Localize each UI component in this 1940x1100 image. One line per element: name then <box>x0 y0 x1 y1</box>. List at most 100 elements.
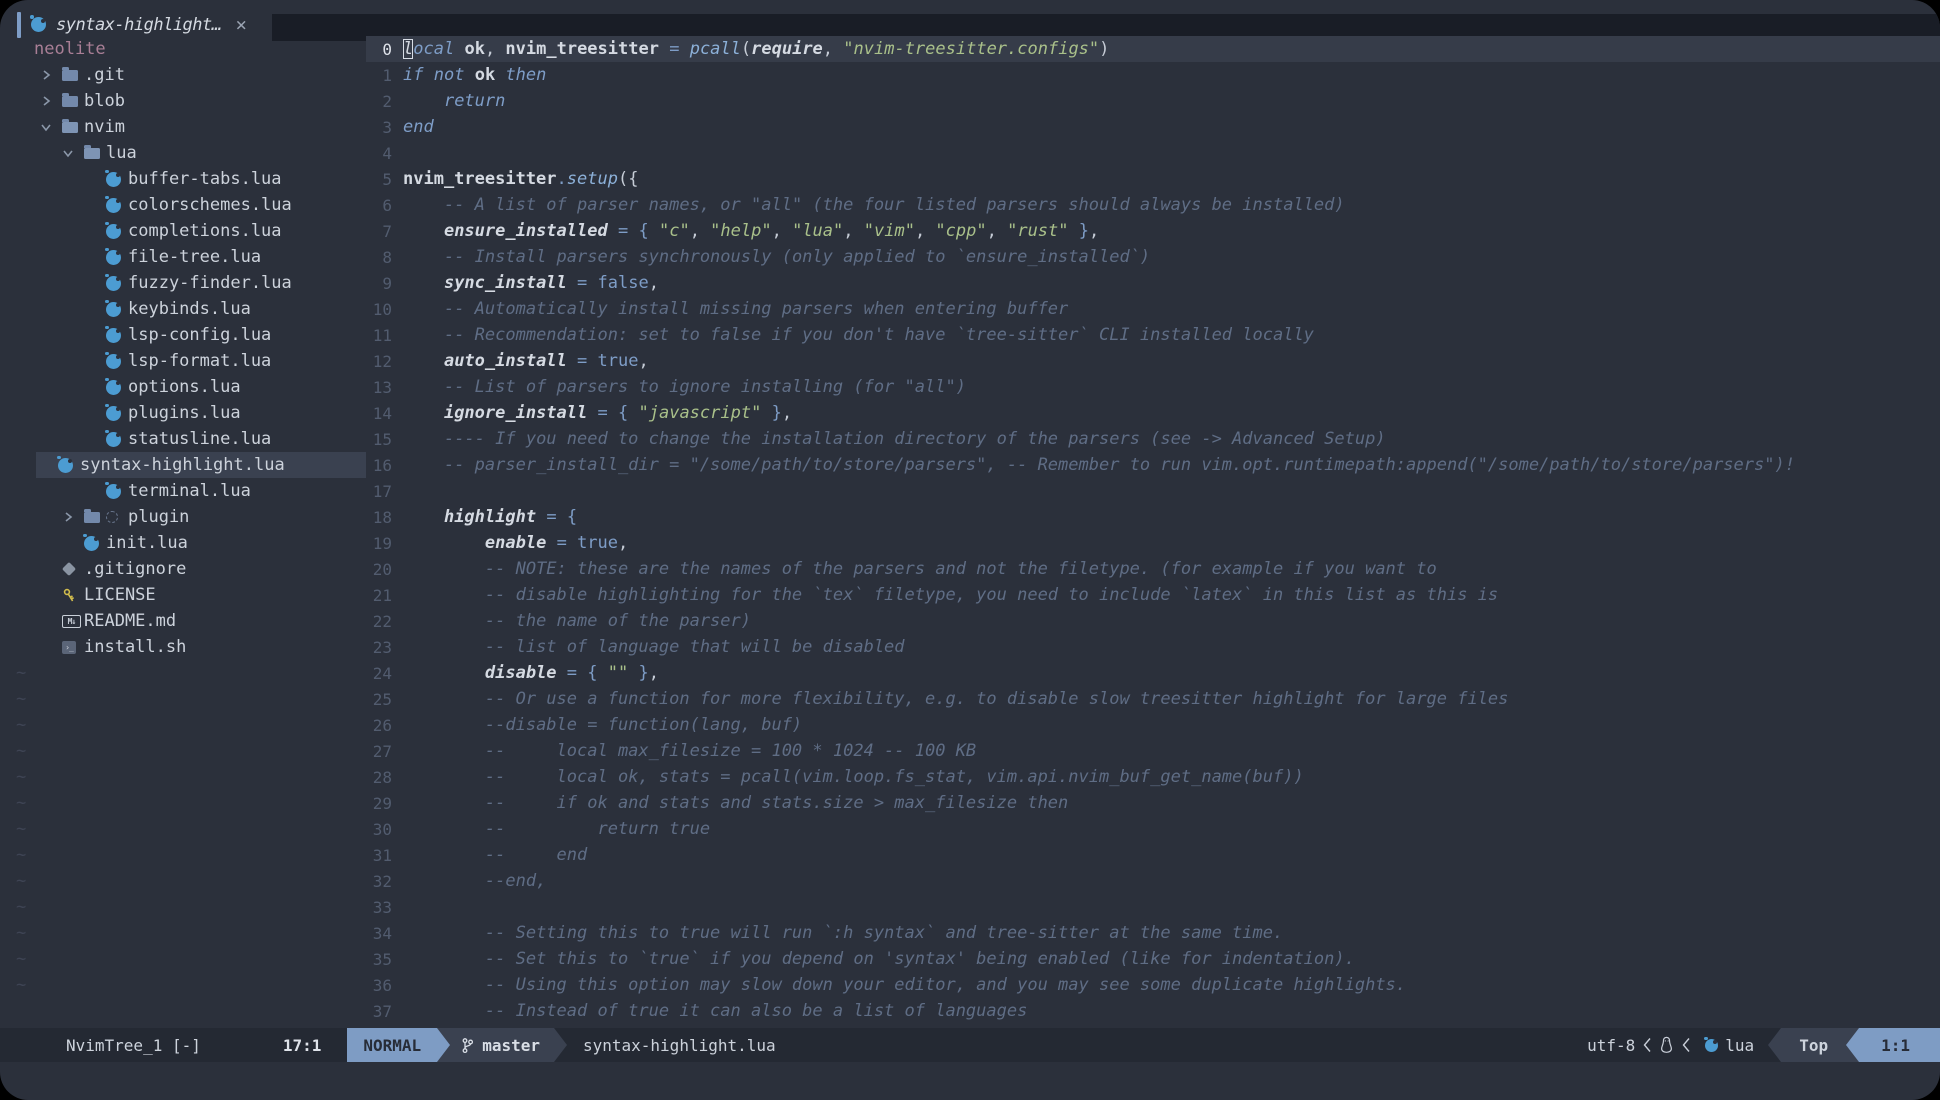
empty-line-tilde: ~ <box>0 660 366 686</box>
chevron-right-icon[interactable] <box>40 95 62 107</box>
tree-item--git[interactable]: .git <box>0 62 366 88</box>
code-line-3[interactable]: 3end <box>366 114 1940 140</box>
line-number: 2 <box>366 92 392 111</box>
code-line-31[interactable]: 31 -- end <box>366 842 1940 868</box>
chevron-down-icon[interactable] <box>62 147 84 159</box>
tree-item-readme-md[interactable]: M↓README.md <box>0 608 366 634</box>
code-line-15[interactable]: 15 ---- If you need to change the instal… <box>366 426 1940 452</box>
tree-item-lsp-format-lua[interactable]: lsp-format.lua <box>0 348 366 374</box>
code-line-6[interactable]: 6 -- A list of parser names, or "all" (t… <box>366 192 1940 218</box>
tree-item-fuzzy-finder-lua[interactable]: fuzzy-finder.lua <box>0 270 366 296</box>
code-line-18[interactable]: 18 highlight = { <box>366 504 1940 530</box>
code-text: return <box>403 91 505 111</box>
code-line-11[interactable]: 11 -- Recommendation: set to false if yo… <box>366 322 1940 348</box>
close-icon[interactable]: × <box>236 14 247 36</box>
code-line-9[interactable]: 9 sync_install = false, <box>366 270 1940 296</box>
code-line-25[interactable]: 25 -- Or use a function for more flexibi… <box>366 686 1940 712</box>
code-text: end <box>403 117 434 137</box>
tree-item-colorschemes-lua[interactable]: colorschemes.lua <box>0 192 366 218</box>
line-number: 27 <box>366 742 392 761</box>
chevron-right-icon[interactable] <box>62 511 84 523</box>
tree-item-label: syntax-highlight.lua <box>80 455 285 475</box>
tree-item-install-sh[interactable]: ›_install.sh <box>0 634 366 660</box>
code-line-22[interactable]: 22 -- the name of the parser) <box>366 608 1940 634</box>
code-line-21[interactable]: 21 -- disable highlighting for the `tex`… <box>366 582 1940 608</box>
tree-item-syntax-highlight-lua[interactable]: syntax-highlight.lua <box>36 452 366 478</box>
code-line-19[interactable]: 19 enable = true, <box>366 530 1940 556</box>
tree-item-completions-lua[interactable]: completions.lua <box>0 218 366 244</box>
code-line-30[interactable]: 30 -- return true <box>366 816 1940 842</box>
tree-item-label: options.lua <box>128 377 241 397</box>
tree-root-label[interactable]: neolite <box>0 36 366 62</box>
editor-pane[interactable]: 0local ok, nvim_treesitter = pcall(requi… <box>366 36 1940 1028</box>
code-line-5[interactable]: 5nvim_treesitter.setup({ <box>366 166 1940 192</box>
code-text: -- List of parsers to ignore installing … <box>403 377 966 397</box>
tree-item-file-tree-lua[interactable]: file-tree.lua <box>0 244 366 270</box>
tree-item-label: fuzzy-finder.lua <box>128 273 292 293</box>
code-line-17[interactable]: 17 <box>366 478 1940 504</box>
line-number: 12 <box>366 352 392 371</box>
tree-item--gitignore[interactable]: .gitignore <box>0 556 366 582</box>
code-line-20[interactable]: 20 -- NOTE: these are the names of the p… <box>366 556 1940 582</box>
code-line-13[interactable]: 13 -- List of parsers to ignore installi… <box>366 374 1940 400</box>
tree-item-plugins-lua[interactable]: plugins.lua <box>0 400 366 426</box>
tree-item-license[interactable]: LICENSE <box>0 582 366 608</box>
code-text: -- Set this to `true` if you depend on '… <box>403 949 1355 969</box>
code-text: --end, <box>403 871 546 891</box>
tree-item-plugin[interactable]: plugin <box>0 504 366 530</box>
tree-item-label: statusline.lua <box>128 429 271 449</box>
tree-item-init-lua[interactable]: init.lua <box>0 530 366 556</box>
code-line-4[interactable]: 4 <box>366 140 1940 166</box>
powerline-arrow-icon <box>554 1028 567 1062</box>
tree-item-terminal-lua[interactable]: terminal.lua <box>0 478 366 504</box>
code-line-28[interactable]: 28 -- local ok, stats = pcall(vim.loop.f… <box>366 764 1940 790</box>
code-line-8[interactable]: 8 -- Install parsers synchronously (only… <box>366 244 1940 270</box>
chevron-down-icon[interactable] <box>40 121 62 133</box>
code-text: -- end <box>403 845 587 865</box>
tree-item-nvim[interactable]: nvim <box>0 114 366 140</box>
lua-icon <box>106 302 128 317</box>
code-line-10[interactable]: 10 -- Automatically install missing pars… <box>366 296 1940 322</box>
code-line-36[interactable]: 36 -- Using this option may slow down yo… <box>366 972 1940 998</box>
code-line-37[interactable]: 37 -- Instead of true it can also be a l… <box>366 998 1940 1024</box>
line-number: 7 <box>366 222 392 241</box>
code-text: enable = true, <box>403 533 628 553</box>
code-line-12[interactable]: 12 auto_install = true, <box>366 348 1940 374</box>
code-line-14[interactable]: 14 ignore_install = { "javascript" }, <box>366 400 1940 426</box>
tree-item-statusline-lua[interactable]: statusline.lua <box>0 426 366 452</box>
empty-line-tilde: ~ <box>0 738 366 764</box>
code-text: -- Install parsers synchronously (only a… <box>403 247 1150 267</box>
code-line-7[interactable]: 7 ensure_installed = { "c", "help", "lua… <box>366 218 1940 244</box>
tree-item-options-lua[interactable]: options.lua <box>0 374 366 400</box>
tree-item-buffer-tabs-lua[interactable]: buffer-tabs.lua <box>0 166 366 192</box>
code-line-2[interactable]: 2 return <box>366 88 1940 114</box>
code-line-29[interactable]: 29 -- if ok and stats and stats.size > m… <box>366 790 1940 816</box>
code-line-27[interactable]: 27 -- local max_filesize = 100 * 1024 --… <box>366 738 1940 764</box>
code-line-34[interactable]: 34 -- Setting this to true will run `:h … <box>366 920 1940 946</box>
code-line-1[interactable]: 1if not ok then <box>366 62 1940 88</box>
tree-item-lsp-config-lua[interactable]: lsp-config.lua <box>0 322 366 348</box>
code-line-16[interactable]: 16 -- parser_install_dir = "/some/path/t… <box>366 452 1940 478</box>
code-line-23[interactable]: 23 -- list of language that will be disa… <box>366 634 1940 660</box>
os-linux-icon <box>1659 1036 1674 1054</box>
tree-item-label: buffer-tabs.lua <box>128 169 282 189</box>
tree-item-label: colorschemes.lua <box>128 195 292 215</box>
tree-item-lua[interactable]: lua <box>0 140 366 166</box>
line-number: 16 <box>366 456 392 475</box>
code-line-33[interactable]: 33 <box>366 894 1940 920</box>
line-number: 34 <box>366 924 392 943</box>
tree-item-blob[interactable]: blob <box>0 88 366 114</box>
code-line-35[interactable]: 35 -- Set this to `true` if you depend o… <box>366 946 1940 972</box>
tree-item-keybinds-lua[interactable]: keybinds.lua <box>0 296 366 322</box>
code-text: highlight = { <box>403 507 577 527</box>
tree-item-label: .git <box>84 65 125 85</box>
code-line-26[interactable]: 26 --disable = function(lang, buf) <box>366 712 1940 738</box>
code-line-24[interactable]: 24 disable = { "" }, <box>366 660 1940 686</box>
line-number: 26 <box>366 716 392 735</box>
empty-line-tilde: ~ <box>0 816 366 842</box>
code-line-0[interactable]: 0local ok, nvim_treesitter = pcall(requi… <box>366 36 1940 62</box>
git-branch-name: master <box>482 1036 540 1055</box>
chevron-right-icon[interactable] <box>40 69 62 81</box>
code-line-32[interactable]: 32 --end, <box>366 868 1940 894</box>
code-text: -- Automatically install missing parsers… <box>403 299 1068 319</box>
